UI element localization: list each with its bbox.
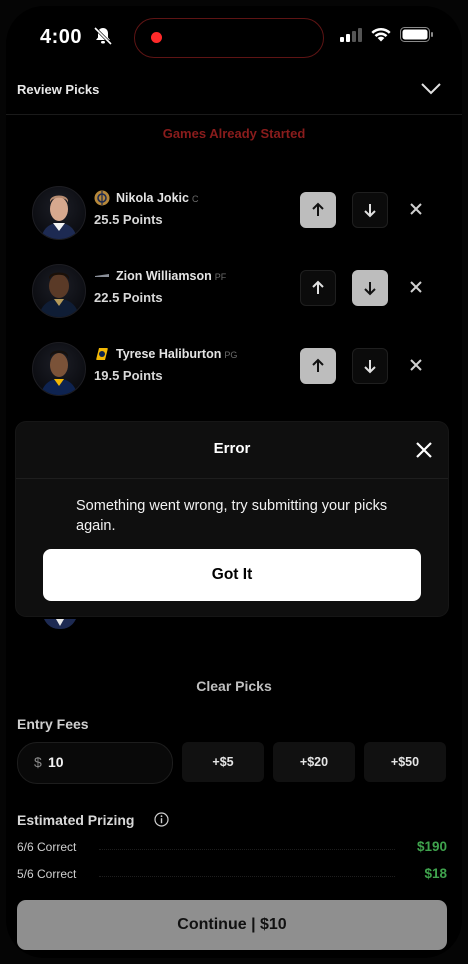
player-name: Zion Williamson PF [116, 269, 226, 283]
player-name-text: Nikola Jokic [116, 191, 189, 205]
cellular-signal-icon [340, 28, 362, 42]
player-stat-line: 25.5 Points [94, 212, 163, 227]
entry-fee-input[interactable]: $ 10 [17, 742, 173, 784]
arrow-down-icon [364, 204, 376, 218]
prize-amount: $190 [416, 839, 447, 854]
player-headshot-icon [44, 619, 76, 629]
player-headshot-icon [39, 272, 79, 317]
player-name: Nikola Jokic C [116, 191, 198, 205]
remove-pick-button[interactable] [406, 199, 426, 219]
player-row: Tyrese Haliburton PG 19.5 Points [6, 342, 462, 402]
info-icon[interactable] [154, 812, 169, 827]
player-name-text: Tyrese Haliburton [116, 347, 222, 361]
error-modal: Error Something went wrong, try submitti… [16, 422, 448, 616]
close-icon[interactable] [414, 440, 434, 460]
prize-amount: $18 [424, 866, 447, 881]
entry-fee-value: 10 [48, 754, 64, 770]
bell-muted-icon [93, 26, 113, 46]
page-title: Review Picks [17, 82, 100, 97]
team-logo-icon [94, 190, 110, 206]
player-name: Tyrese Haliburton PG [116, 347, 237, 361]
remove-pick-button[interactable] [406, 277, 426, 297]
entry-fees-label: Entry Fees [17, 716, 89, 732]
prize-row: 6/6 Correct $190 [17, 839, 447, 858]
player-avatar [32, 264, 86, 318]
close-icon [410, 203, 422, 215]
team-logo-icon [95, 274, 109, 277]
arrow-down-icon [364, 282, 376, 296]
player-row: Nikola Jokic C 25.5 Points [6, 186, 462, 246]
modal-message: Something went wrong, try submitting you… [76, 498, 388, 534]
got-it-button[interactable]: Got It [43, 549, 421, 601]
dotted-leader [99, 849, 395, 850]
more-button[interactable] [300, 192, 336, 228]
player-stat-line: 22.5 Points [94, 290, 163, 305]
modal-title: Error [213, 440, 251, 457]
estimated-prizing-label: Estimated Prizing [17, 812, 135, 828]
less-button[interactable] [352, 192, 388, 228]
status-bar: 4:00 [6, 6, 462, 66]
more-button[interactable] [300, 270, 336, 306]
player-avatar [32, 342, 86, 396]
player-row: Zion Williamson PF 22.5 Points [6, 264, 462, 324]
player-position: PG [224, 350, 238, 360]
recording-indicator-icon [151, 32, 162, 43]
player-name-text: Zion Williamson [116, 269, 212, 283]
prize-row: 5/6 Correct $18 [17, 866, 447, 885]
close-icon [410, 281, 422, 293]
wifi-icon [371, 27, 391, 42]
divider [6, 114, 462, 115]
chevron-down-icon[interactable] [420, 82, 442, 96]
currency-symbol: $ [34, 754, 42, 770]
arrow-up-icon [312, 358, 324, 372]
dynamic-island [134, 18, 324, 58]
clear-picks-button[interactable]: Clear Picks [6, 678, 462, 694]
add-20-button[interactable]: +$20 [273, 742, 355, 782]
remove-pick-button[interactable] [406, 355, 426, 375]
phone-screen: 4:00 Review Picks Games Already Started … [6, 6, 462, 958]
arrow-down-icon [364, 360, 376, 374]
add-50-button[interactable]: +$50 [364, 742, 446, 782]
close-icon [410, 359, 422, 371]
player-position: PF [214, 272, 227, 282]
less-button[interactable] [352, 270, 388, 306]
prize-tier-label: 6/6 Correct [17, 840, 77, 854]
player-position: C [191, 194, 199, 204]
less-button[interactable] [352, 348, 388, 384]
arrow-up-icon [312, 280, 324, 294]
team-logo-icon [96, 348, 108, 360]
player-avatar [32, 186, 86, 240]
continue-button[interactable]: Continue | $10 [17, 900, 447, 950]
obscured-player-avatar [42, 618, 78, 630]
status-time: 4:00 [40, 26, 83, 48]
more-button[interactable] [300, 348, 336, 384]
player-stat-line: 19.5 Points [94, 368, 163, 383]
divider [16, 478, 448, 479]
player-headshot-icon [41, 350, 77, 395]
add-5-button[interactable]: +$5 [182, 742, 264, 782]
battery-icon [400, 27, 433, 42]
arrow-up-icon [312, 202, 324, 216]
player-headshot-icon [41, 195, 77, 239]
prize-tier-label: 5/6 Correct [17, 867, 77, 881]
games-started-notice: Games Already Started [162, 126, 306, 141]
dotted-leader [99, 876, 395, 877]
